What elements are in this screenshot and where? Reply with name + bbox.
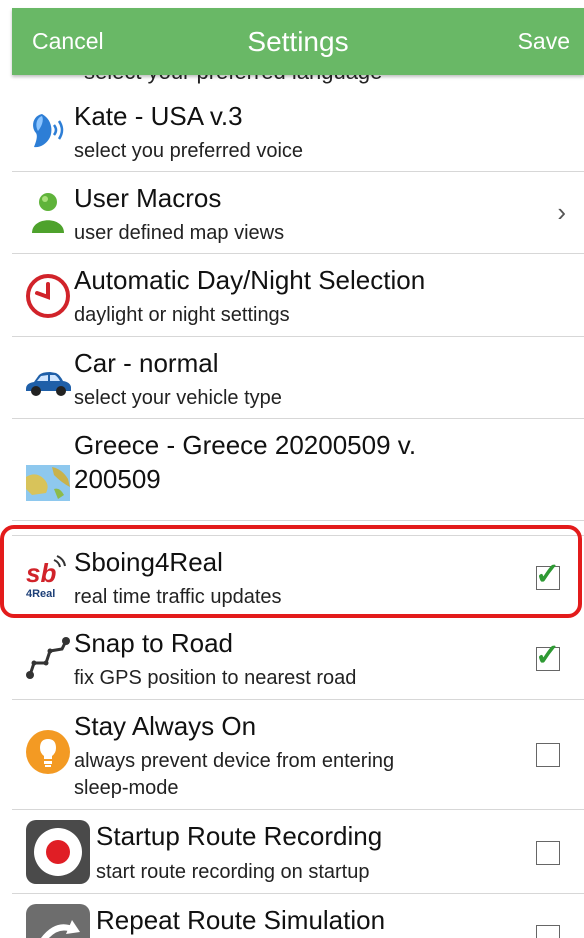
snap-to-road-checkbox[interactable]: ✓ [535, 639, 560, 672]
repeat-route-simulation-title: Repeat Route Simulation [96, 905, 386, 935]
sboing4real-checkbox[interactable]: ✓ [535, 558, 560, 591]
setting-repeat-route-simulation[interactable]: Repeat Route Simulation [12, 894, 584, 938]
day-night-subtitle: daylight or night settings [74, 304, 290, 326]
stay-always-on-subtitle-line2: sleep-mode [74, 777, 179, 799]
clock-icon [26, 274, 70, 318]
setting-user-macros[interactable]: User Macros user defined map views › [12, 172, 584, 254]
checkmark-icon: ✓ [535, 639, 561, 672]
record-icon [26, 820, 90, 884]
user-macros-title: User Macros [74, 183, 222, 213]
voice-subtitle: select you preferred voice [74, 140, 304, 162]
startup-route-recording-title: Startup Route Recording [96, 821, 383, 851]
sboing-logo-icon: sb 4Real [26, 555, 66, 600]
setting-startup-route-recording[interactable]: Startup Route Recording start route reco… [12, 810, 584, 894]
vehicle-subtitle: select your vehicle type [74, 387, 282, 409]
setting-vehicle[interactable]: Car - normal select your vehicle type [12, 337, 584, 419]
setting-snap-to-road[interactable]: Snap to Road fix GPS position to nearest… [12, 617, 584, 700]
voice-title: Kate - USA v.3 [74, 101, 243, 131]
repeat-icon [26, 904, 90, 938]
map-icon [26, 465, 70, 501]
setting-stay-always-on[interactable]: Stay Always On always prevent device fro… [12, 700, 584, 810]
setting-voice[interactable]: Kate - USA v.3 select you preferred voic… [12, 90, 584, 172]
startup-route-recording-checkbox[interactable] [536, 841, 560, 865]
route-icon [26, 637, 70, 679]
snap-to-road-title: Snap to Road [74, 628, 234, 658]
page-title: Settings [247, 26, 349, 57]
checkmark-icon: ✓ [535, 558, 561, 591]
settings-list[interactable]: select your preferred language Kate - US… [12, 75, 584, 938]
svg-text:sb: sb [26, 558, 56, 588]
partial-language-subtitle: select your preferred language [84, 75, 382, 85]
snap-to-road-subtitle: fix GPS position to nearest road [74, 667, 357, 689]
setting-day-night[interactable]: Automatic Day/Night Selection daylight o… [12, 254, 584, 337]
chevron-right-icon: › [557, 197, 566, 227]
map-title-line2: 200509 [74, 464, 161, 494]
stay-always-on-title: Stay Always On [74, 711, 257, 741]
setting-map[interactable]: Greece - Greece 20200509 v. 200509 [12, 419, 584, 521]
stay-always-on-subtitle: always prevent device from entering [74, 750, 395, 772]
sboing4real-subtitle: real time traffic updates [74, 586, 282, 608]
stay-always-on-checkbox[interactable] [536, 743, 560, 767]
app-header: Cancel Settings Save [12, 8, 584, 75]
car-icon [26, 372, 71, 396]
voice-icon [33, 114, 64, 148]
day-night-title: Automatic Day/Night Selection [74, 265, 426, 295]
lightbulb-icon [26, 730, 70, 774]
user-icon [32, 193, 64, 233]
vehicle-title: Car - normal [74, 348, 219, 378]
repeat-route-simulation-checkbox[interactable] [536, 925, 560, 938]
map-title: Greece - Greece 20200509 v. [74, 430, 417, 460]
svg-text:4Real: 4Real [26, 588, 55, 600]
save-button[interactable]: Save [518, 28, 570, 55]
setting-sboing4real[interactable]: sb 4Real Sboing4Real real time traffic u… [12, 535, 584, 618]
sboing4real-title: Sboing4Real [74, 547, 223, 577]
user-macros-subtitle: user defined map views [74, 222, 285, 244]
startup-route-recording-subtitle: start route recording on startup [96, 861, 370, 883]
